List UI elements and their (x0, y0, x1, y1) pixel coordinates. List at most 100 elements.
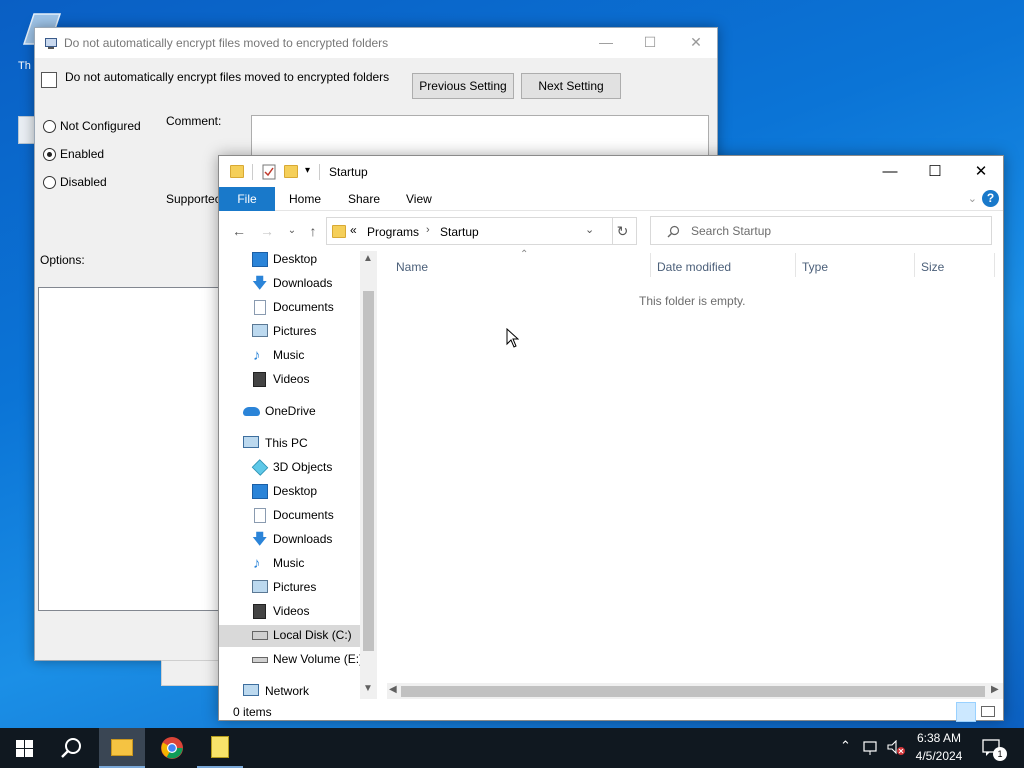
network-status-icon[interactable] (862, 740, 880, 756)
comment-label: Comment: (166, 114, 222, 128)
radio-not-configured-label: Not Configured (60, 119, 141, 133)
column-header-type[interactable]: Type (802, 260, 828, 274)
quick-access-dropdown-icon[interactable]: ▾ (305, 165, 310, 176)
navigation-scrollbar[interactable]: ▲ ▼ (360, 251, 377, 699)
column-header-size[interactable]: Size (921, 260, 944, 274)
column-divider[interactable] (795, 253, 796, 277)
nav-item-label: Downloads (273, 276, 333, 290)
start-windows-icon[interactable] (16, 740, 33, 757)
nav-item-network[interactable]: Network (219, 681, 377, 701)
close-button[interactable]: ✕ (958, 158, 1004, 186)
explorer-title-bar[interactable]: ▾ Startup — ☐ ✕ (219, 156, 1003, 187)
desktop-icon (252, 484, 268, 499)
pictures-icon (252, 580, 268, 593)
nav-item-music[interactable]: ♪ Music (219, 345, 377, 367)
clock-date[interactable]: 4/5/2024 (908, 749, 970, 763)
tab-view[interactable]: View (406, 187, 432, 211)
expand-ribbon-icon[interactable]: ⌄ (968, 192, 977, 205)
help-icon[interactable]: ? (982, 190, 999, 207)
next-setting-button[interactable]: Next Setting (521, 73, 621, 99)
details-view-icon[interactable] (956, 702, 976, 722)
radio-not-configured-circle[interactable] (43, 119, 56, 133)
minimize-button[interactable]: — (867, 158, 913, 186)
search-icon[interactable] (61, 737, 83, 759)
column-divider[interactable] (914, 253, 915, 277)
radio-enabled[interactable]: Enabled (43, 145, 104, 163)
nav-item-videos[interactable]: Videos (219, 369, 377, 391)
maximize-button[interactable]: ☐ (912, 158, 958, 186)
nav-item-local-disk-c[interactable]: Local Disk (C:) (219, 625, 377, 647)
tab-share[interactable]: Share (348, 187, 380, 211)
taskbar-notepad[interactable] (197, 728, 243, 768)
forward-arrow-icon[interactable]: → (258, 222, 276, 240)
horizontal-scrollbar-thumb[interactable] (401, 686, 985, 697)
nav-item-pictures-pc[interactable]: Pictures (219, 577, 377, 599)
tab-file[interactable]: File (219, 187, 275, 211)
clock-time[interactable]: 6:38 AM (908, 731, 970, 745)
search-box[interactable]: Search Startup (650, 216, 992, 245)
back-arrow-icon[interactable]: ← (230, 222, 248, 240)
radio-enabled-circle[interactable] (43, 147, 56, 161)
scroll-up-icon[interactable]: ▲ (363, 253, 373, 264)
notification-count-badge: 1 (993, 747, 1007, 761)
nav-item-new-volume-e[interactable]: New Volume (E:) (219, 649, 377, 671)
breadcrumb-chevron-icon[interactable]: › (426, 224, 430, 236)
new-folder-icon[interactable] (284, 165, 298, 178)
nav-item-desktop-pc[interactable]: Desktop (219, 481, 377, 503)
scroll-left-icon[interactable]: ◀ (389, 684, 397, 695)
nav-item-onedrive[interactable]: OneDrive (219, 401, 377, 423)
nav-item-pictures[interactable]: Pictures 📌 (219, 321, 377, 343)
taskbar-file-explorer[interactable] (99, 728, 145, 768)
close-button[interactable]: ✕ (673, 31, 719, 55)
address-bar[interactable]: « Programs › Startup ⌄ ↻ (326, 217, 637, 245)
file-list[interactable]: ⌃ Name Date modified Type Size This fold… (378, 249, 1003, 701)
tab-home[interactable]: Home (289, 187, 321, 211)
breadcrumb-programs[interactable]: Programs (367, 225, 419, 239)
ribbon-tabs: File Home Share View ⌄ ? (219, 187, 1003, 211)
previous-setting-button[interactable]: Previous Setting (412, 73, 514, 99)
nav-item-documents[interactable]: Documents 📌 (219, 297, 377, 319)
up-arrow-icon[interactable]: ↑ (304, 222, 322, 240)
maximize-button[interactable]: ☐ (627, 31, 673, 55)
horizontal-scrollbar[interactable]: ◀ ▶ (387, 683, 1003, 699)
radio-not-configured[interactable]: Not Configured (43, 117, 141, 135)
nav-item-downloads-pc[interactable]: 🡇 Downloads (219, 529, 377, 551)
nav-item-desktop[interactable]: Desktop 📌 (219, 251, 377, 271)
properties-icon[interactable] (262, 164, 276, 180)
taskbar-chrome[interactable] (149, 728, 195, 768)
address-overflow[interactable]: « (350, 223, 357, 237)
nav-item-label: Desktop (273, 484, 318, 498)
nav-item-documents-pc[interactable]: Documents (219, 505, 377, 527)
refresh-icon[interactable]: ↻ (612, 218, 632, 244)
drive-icon (252, 657, 268, 663)
options-pane (38, 287, 222, 611)
videos-icon (253, 372, 266, 387)
column-header-date-modified[interactable]: Date modified (657, 260, 731, 274)
scrollbar-thumb[interactable] (363, 291, 374, 651)
nav-item-downloads[interactable]: 🡇 Downloads 📌 (219, 273, 377, 295)
address-dropdown-icon[interactable]: ⌄ (585, 223, 594, 236)
network-icon (243, 684, 259, 696)
show-hidden-icons-chevron-icon[interactable]: ⌃ (840, 738, 851, 754)
radio-disabled-circle[interactable] (43, 175, 56, 189)
nav-item-3d-objects[interactable]: 3D Objects (219, 457, 377, 479)
breadcrumb-startup[interactable]: Startup (440, 225, 479, 239)
music-icon: ♪ (253, 555, 261, 572)
column-divider[interactable] (650, 253, 651, 277)
column-header-name[interactable]: Name (396, 260, 428, 274)
column-divider[interactable] (994, 253, 995, 277)
policy-title-bar[interactable]: Do not automatically encrypt files moved… (35, 28, 717, 58)
scroll-right-icon[interactable]: ▶ (991, 684, 999, 695)
minimize-button[interactable]: — (583, 31, 629, 55)
large-icons-view-icon[interactable] (981, 706, 995, 717)
nav-item-videos-pc[interactable]: Videos (219, 601, 377, 623)
scroll-down-icon[interactable]: ▼ (363, 683, 373, 694)
comment-field[interactable] (251, 115, 709, 159)
recent-locations-icon[interactable]: ⌄ (283, 222, 301, 240)
nav-item-this-pc[interactable]: This PC (219, 433, 377, 455)
nav-item-music-pc[interactable]: ♪ Music (219, 553, 377, 575)
radio-disabled[interactable]: Disabled (43, 173, 107, 191)
volume-muted-icon[interactable] (886, 740, 906, 756)
nav-item-label: OneDrive (265, 404, 316, 418)
navigation-pane: Desktop 📌 🡇 Downloads 📌 Documents 📌 Pict… (219, 251, 377, 701)
